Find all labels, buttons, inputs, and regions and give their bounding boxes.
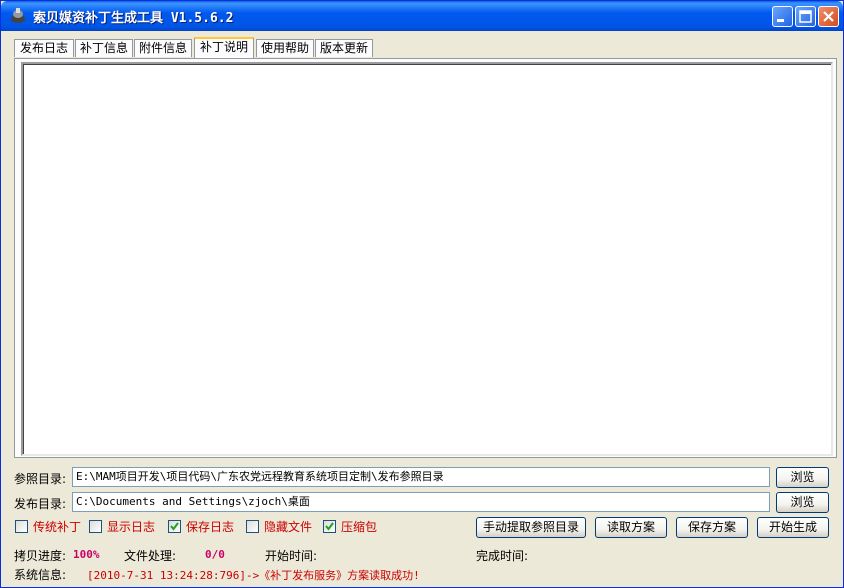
maximize-icon bbox=[799, 10, 812, 23]
zip-package-label: 压缩包 bbox=[341, 520, 378, 534]
patch-notes-textarea[interactable] bbox=[21, 62, 833, 456]
save-log-label: 保存日志 bbox=[186, 520, 235, 534]
start-time-label: 开始时间: bbox=[265, 549, 318, 563]
publish-browse-button[interactable]: 浏览 bbox=[776, 492, 829, 513]
reference-browse-button[interactable]: 浏览 bbox=[776, 467, 829, 488]
save-log-checkbox[interactable] bbox=[168, 520, 181, 533]
read-scheme-button[interactable]: 读取方案 bbox=[595, 517, 667, 538]
maximize-button[interactable] bbox=[795, 6, 816, 27]
tab-attachment-info[interactable]: 附件信息 bbox=[134, 39, 192, 57]
close-icon bbox=[823, 11, 834, 22]
tab-patch-info[interactable]: 补丁信息 bbox=[75, 39, 133, 57]
show-log-checkbox[interactable] bbox=[89, 520, 102, 533]
reference-dir-label: 参照目录: bbox=[14, 472, 67, 486]
extract-reference-button[interactable]: 手动提取参照目录 bbox=[476, 517, 586, 538]
publish-dir-input[interactable]: C:\Documents and Settings\zjoch\桌面 bbox=[72, 492, 770, 512]
tab-version-update[interactable]: 版本更新 bbox=[315, 39, 373, 57]
app-icon bbox=[9, 7, 27, 25]
copy-progress-label: 拷贝进度: bbox=[14, 549, 67, 563]
traditional-patch-checkbox[interactable] bbox=[15, 520, 28, 533]
traditional-patch-label: 传统补丁 bbox=[33, 520, 82, 534]
close-button[interactable] bbox=[818, 6, 839, 27]
reference-dir-input[interactable]: E:\MAM项目开发\项目代码\广东农党远程教育系统项目定制\发布参照目录 bbox=[72, 467, 770, 487]
copy-progress-value: 100% bbox=[73, 548, 100, 561]
main-window: 索贝媒资补丁生成工具 V1.5.6.2 发布日志 补丁信息 附件信息 补丁说明 … bbox=[0, 0, 844, 588]
tab-help[interactable]: 使用帮助 bbox=[256, 39, 314, 57]
minimize-icon bbox=[777, 19, 784, 22]
minimize-button[interactable] bbox=[772, 6, 793, 27]
tab-panel-patch-notes bbox=[14, 58, 837, 458]
zip-package-checkbox[interactable] bbox=[323, 520, 336, 533]
start-generate-button[interactable]: 开始生成 bbox=[757, 517, 829, 538]
hide-files-label: 隐藏文件 bbox=[264, 520, 313, 534]
file-process-value: 0/0 bbox=[205, 548, 225, 561]
publish-dir-label: 发布目录: bbox=[14, 497, 67, 511]
system-info-value: [2010-7-31 13:24:28:796]->《补丁发布服务》方案读取成功… bbox=[87, 569, 420, 582]
show-log-label: 显示日志 bbox=[107, 520, 156, 534]
save-scheme-button[interactable]: 保存方案 bbox=[676, 517, 748, 538]
checkmark-icon bbox=[170, 522, 179, 531]
file-process-label: 文件处理: bbox=[124, 549, 177, 563]
hide-files-checkbox[interactable] bbox=[246, 520, 259, 533]
checkmark-icon bbox=[325, 522, 334, 531]
tab-patch-notes[interactable]: 补丁说明 bbox=[194, 37, 254, 58]
system-info-label: 系统信息: bbox=[14, 568, 67, 582]
window-title: 索贝媒资补丁生成工具 V1.5.6.2 bbox=[33, 11, 234, 26]
finish-time-label: 完成时间: bbox=[476, 549, 529, 563]
tab-publish-log[interactable]: 发布日志 bbox=[14, 39, 74, 57]
title-bar[interactable]: 索贝媒资补丁生成工具 V1.5.6.2 bbox=[1, 1, 843, 31]
